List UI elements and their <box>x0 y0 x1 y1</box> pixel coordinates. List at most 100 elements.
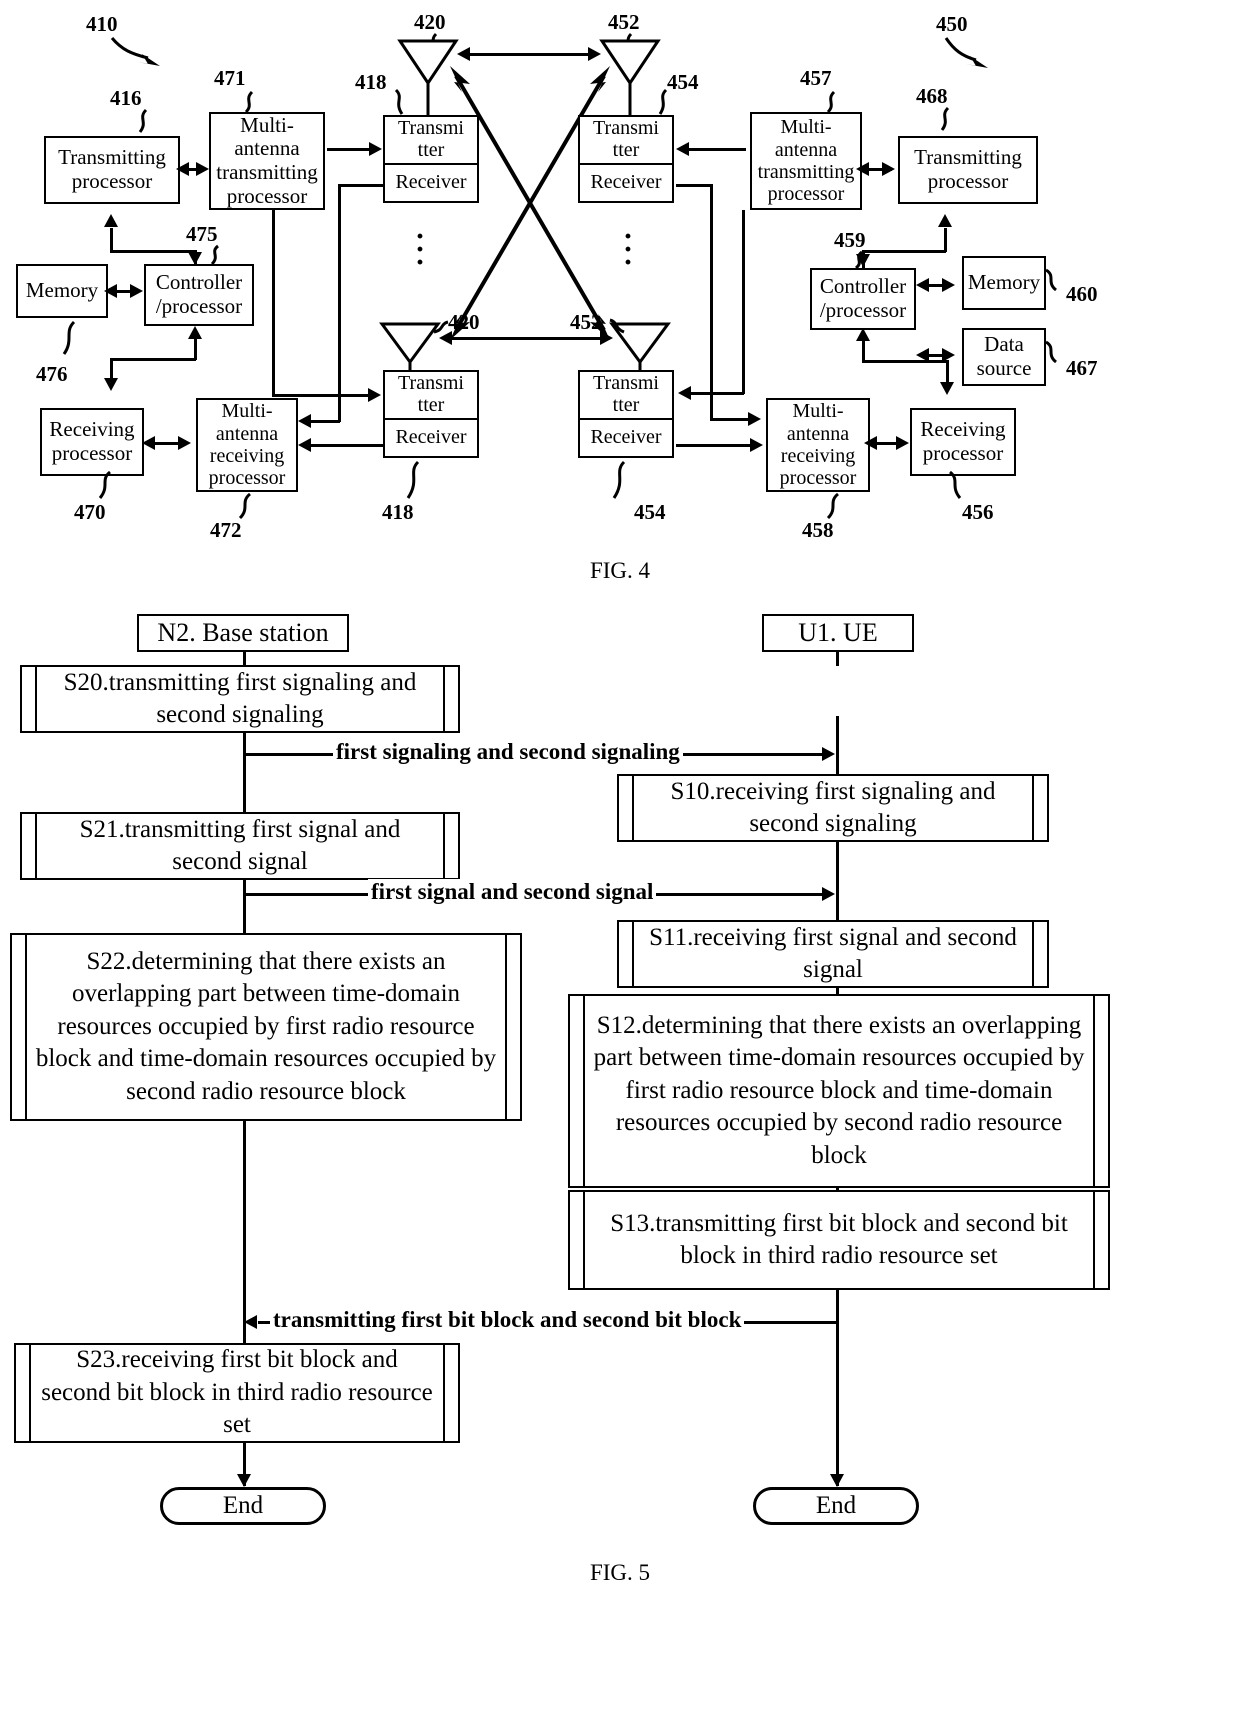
receiver-418-top: Receiver <box>395 171 467 194</box>
arrowhead-471 <box>196 162 209 176</box>
lifeline-stub-right <box>836 652 839 666</box>
step-text-S23: S23.receiving first bit block and second… <box>29 1345 445 1441</box>
receiver-454-bottom: Receiver <box>590 426 662 449</box>
leader-450 <box>944 37 988 68</box>
leader-467 <box>1045 340 1058 364</box>
ellipsis-left-top: · · · <box>414 220 425 279</box>
link-ctrl-tx-h <box>110 250 196 253</box>
arrowhead-rx-processor-left <box>104 378 118 391</box>
step-box-S13: S13.transmitting first bit block and sec… <box>568 1190 1110 1290</box>
link-rxbottom-to-multirx <box>310 444 384 447</box>
leader-456 <box>948 470 962 499</box>
message-arrowhead-3 <box>244 1315 257 1329</box>
link-ctrl-rx-h <box>110 358 196 361</box>
leader-416 <box>138 108 148 133</box>
transmitting-processor-right: Transmitting processor <box>898 136 1038 204</box>
multi-antenna-receiving-processor-left: Multi- antenna receiving processor <box>196 398 298 492</box>
step-box-S22: S22.determining that there exists an ove… <box>10 933 522 1121</box>
transmitter-454-top: Transmi tter <box>580 117 672 165</box>
step-text-S21: S21.transmitting first signal and second… <box>35 814 445 878</box>
step-box-S11: S11.receiving first signal and second si… <box>617 920 1049 988</box>
ref-418-top: 418 <box>355 70 387 94</box>
controller-processor-left: Controller /processor <box>144 264 254 326</box>
ref-418-bottom: 418 <box>382 500 414 524</box>
link-471-to-tx-bottom <box>272 394 370 397</box>
message-label-2: first signal and second signal <box>368 879 657 905</box>
step-box-S12: S12.determining that there exists an ove… <box>568 994 1110 1188</box>
data-source-right: Data source <box>962 328 1046 386</box>
memory-left: Memory <box>16 264 108 318</box>
multi-antenna-receiving-processor-right: Multi- antenna receiving processor <box>766 398 870 492</box>
link-rxtop-to-multirx <box>310 420 340 423</box>
lifeline-stub-left <box>243 652 246 666</box>
message-label-3: transmitting first bit block and second … <box>270 1307 745 1333</box>
step-text-S22: S22.determining that there exists an ove… <box>25 935 507 1119</box>
arrowhead-left-top <box>457 47 470 61</box>
step-text-S13: S13.transmitting first bit block and sec… <box>583 1192 1095 1288</box>
ref-470: 470 <box>74 500 106 524</box>
leader-454-bottom <box>612 460 626 499</box>
arrowhead-rx-right <box>896 436 909 450</box>
arrowhead-transmitter-top <box>369 142 382 156</box>
step-box-S23: S23.receiving first bit block and second… <box>14 1343 460 1443</box>
transmitter-418-top: Transmi tter <box>385 117 477 165</box>
step-text-S20: S20.transmitting first signaling and sec… <box>35 667 445 731</box>
arrowhead-468 <box>882 162 895 176</box>
link-471-transmitter <box>327 148 371 151</box>
transmitter-454-bottom: Transmi tter <box>580 372 672 420</box>
link-ctrl-rx-v2 <box>110 358 113 380</box>
step-box-S20: S20.transmitting first signaling and sec… <box>20 665 460 733</box>
link-457-to-tx-bottom <box>690 392 744 395</box>
arrowhead-memory-left <box>104 284 117 298</box>
arrowhead-transmitter-454-top <box>676 142 689 156</box>
arrowhead-controller-left <box>130 284 143 298</box>
arrowhead-multirx-top-left <box>298 414 311 428</box>
end-node-right: End <box>753 1487 919 1525</box>
end-node-left: End <box>160 1487 326 1525</box>
message-arrowhead-2 <box>822 887 835 901</box>
arrowhead-controller-up-right <box>856 328 870 341</box>
arrowhead-tx-bottom-right <box>678 386 691 400</box>
link-ctrl-tx-v1 <box>110 228 113 252</box>
ref-454-bottom: 454 <box>634 500 666 524</box>
link-457-transmitter <box>688 148 746 151</box>
message-arrowhead-1 <box>822 747 835 761</box>
link-457-down <box>742 210 745 394</box>
link-antenna-cross <box>450 66 610 340</box>
ref-450: 450 <box>936 12 968 36</box>
arrowhead-controller-up-left <box>188 326 202 339</box>
arrowhead-rx-processor-right <box>940 382 954 395</box>
arrowhead-multirx-right <box>864 436 877 450</box>
link-rxtop-right-to-multirx <box>710 418 750 421</box>
arrowhead-rx-left <box>142 436 155 450</box>
step-text-S11: S11.receiving first signal and second si… <box>632 922 1034 986</box>
memory-right: Memory <box>962 256 1046 310</box>
arrowhead-multirx-bottom-left <box>298 438 311 452</box>
arrowhead-tx-processor-right <box>938 214 952 227</box>
ref-457: 457 <box>800 66 832 90</box>
arrowhead-multirx-bottom-right <box>750 438 763 452</box>
leader-418-bottom <box>406 460 420 499</box>
figure-5-caption: FIG. 5 <box>589 1560 651 1585</box>
step-box-S10: S10.receiving first signaling and second… <box>617 774 1049 842</box>
link-rxtop-v <box>338 184 341 422</box>
ref-456: 456 <box>962 500 994 524</box>
link-rxtop-right-v <box>710 184 713 420</box>
arrowhead-multirx-left <box>178 436 191 450</box>
leader-476 <box>62 320 76 355</box>
message-label-1: first signaling and second signaling <box>333 739 683 765</box>
receiving-processor-left: Receiving processor <box>40 408 144 476</box>
transmitter-receiver-418-top: Transmi tter Receiver <box>383 115 479 203</box>
link-rxbottom-right-to-multirx <box>676 444 752 447</box>
link-ctrl-tx-right-v1 <box>944 228 947 252</box>
arrowhead-controller-down-right <box>856 254 870 267</box>
link-471-down <box>272 210 275 396</box>
transmitting-processor-left: Transmitting processor <box>44 136 180 204</box>
link-ctrl-tx-right-h <box>862 250 946 253</box>
arrowhead-right-top <box>588 47 601 61</box>
step-text-S12: S12.determining that there exists an ove… <box>583 996 1095 1186</box>
step-box-S21: S21.transmitting first signal and second… <box>20 812 460 880</box>
link-ctrl-rx-right-h <box>862 360 948 363</box>
lifeline-header-base-station: N2. Base station <box>137 614 349 652</box>
leader-458 <box>826 492 840 520</box>
